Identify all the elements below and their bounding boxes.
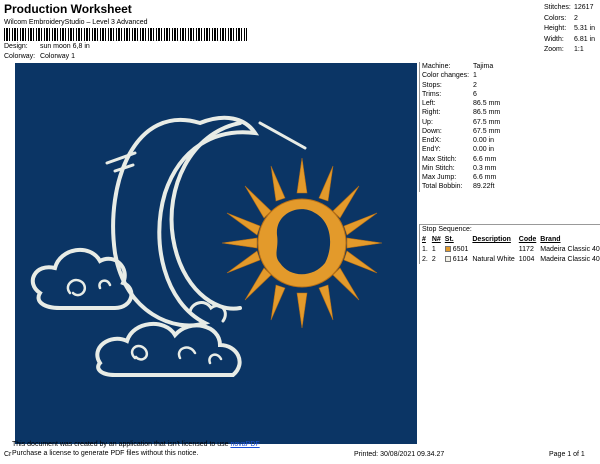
stop-sequence-title: Stop Sequence: xyxy=(422,226,472,233)
stop-sequence: Stop Sequence: # N# St. Description Code… xyxy=(419,224,600,264)
info-row: Left: 86.5 mm xyxy=(422,100,501,107)
summary-row: Colors: 2 xyxy=(544,14,578,22)
summary-stats: Stitches: 12617 Colors: 2 Height: 5.31 in W… xyxy=(544,3,595,56)
barcode xyxy=(4,28,247,41)
needle-number: 1 xyxy=(431,245,436,253)
column-header: Code xyxy=(518,236,537,243)
sun-moon-embroidery-image xyxy=(30,115,383,377)
stitch-count: 6501 xyxy=(452,245,469,253)
info-row: Max Jump: 6.6 mm xyxy=(422,174,497,181)
summary-row: Stitches: 12617 xyxy=(544,4,594,11)
info-row: Up: 67.5 mm xyxy=(422,118,501,126)
column-header: St. xyxy=(444,236,454,243)
summary-row: Width: 6.81 in xyxy=(544,35,596,43)
colorway-label: Colorway: xyxy=(4,53,36,60)
license-notice: This document was created by an applicat… xyxy=(12,440,260,458)
notice-line-2: Purchase a license to generate PDF files… xyxy=(12,450,199,457)
info-row: Color changes: 1 xyxy=(422,72,477,80)
row-number: 1. xyxy=(422,245,428,253)
thread-code: 1004 xyxy=(518,255,535,263)
design-row: Design: sun moon 6,8 in xyxy=(4,43,90,50)
table-row: 2. 2 6114 Natural White 1004 Madeira Cla… xyxy=(420,254,600,264)
design-label: Design: xyxy=(4,43,28,50)
sun-shape xyxy=(221,157,383,329)
software-subtitle: Wilcom EmbroideryStudio – Level 3 Advanc… xyxy=(4,19,148,26)
page-title: Production Worksheet xyxy=(4,2,132,16)
summary-row: Height: 5.31 in xyxy=(544,25,596,32)
table-header-row: # N# St. Description Code Brand xyxy=(420,235,600,244)
bottom-cloud xyxy=(95,301,242,377)
column-header: Brand xyxy=(540,236,561,243)
description xyxy=(470,244,516,254)
thread-code: 1172 xyxy=(518,245,534,253)
needle-number: 2 xyxy=(431,255,436,263)
table-row: 1. 1 6501 1172 Madeira Classic 40 xyxy=(420,244,600,254)
row-number: 2. xyxy=(422,255,428,263)
notice-line-1: This document was created by an applicat… xyxy=(12,441,260,448)
stitch-count: 6114 xyxy=(452,255,468,263)
info-row: Stops: 2 xyxy=(422,81,477,89)
color-swatch xyxy=(444,255,451,262)
info-row: EndY: 0.00 in xyxy=(422,146,495,154)
description: Natural White xyxy=(472,255,515,263)
stop-sequence-table: # N# St. Description Code Brand 1. 1 650… xyxy=(420,235,600,264)
info-row: Total Bobbin: 89.22ft xyxy=(422,183,495,191)
info-row: Max Stitch: 6.6 mm xyxy=(422,155,497,163)
summary-row: Zoom: 1:1 xyxy=(544,46,584,53)
printed-date: Printed: 30/08/2021 09.34.27 xyxy=(354,451,445,458)
info-row: Min Stitch: 0.3 mm xyxy=(422,164,497,172)
novapdf-link[interactable]: novaPDF xyxy=(230,441,259,448)
footer-cr: Cr xyxy=(4,451,12,458)
column-header: Description xyxy=(472,236,511,243)
page-number: Page 1 of 1 xyxy=(549,451,585,458)
info-row: Right: 86.5 mm xyxy=(422,109,501,117)
design-preview xyxy=(15,63,417,444)
thread-brand: Madeira Classic 40 xyxy=(540,255,600,263)
info-row: Machine: Tajima xyxy=(422,63,494,70)
design-value: sun moon 6,8 in xyxy=(39,43,90,50)
info-row: EndX: 0.00 in xyxy=(422,137,495,144)
color-swatch xyxy=(444,245,451,252)
colorway-row: Colorway: Colorway 1 xyxy=(4,53,75,60)
info-row: Down: 67.5 mm xyxy=(422,127,501,135)
thread-brand: Madeira Classic 40 xyxy=(540,245,600,253)
column-header: N# xyxy=(431,236,441,243)
colorway-value: Colorway 1 xyxy=(39,53,75,60)
info-row: Trims: 6 xyxy=(422,90,477,98)
column-header: # xyxy=(422,236,426,243)
machine-info-panel: Machine: Tajima Color changes: 1 Stops: 2 T… xyxy=(419,62,600,192)
